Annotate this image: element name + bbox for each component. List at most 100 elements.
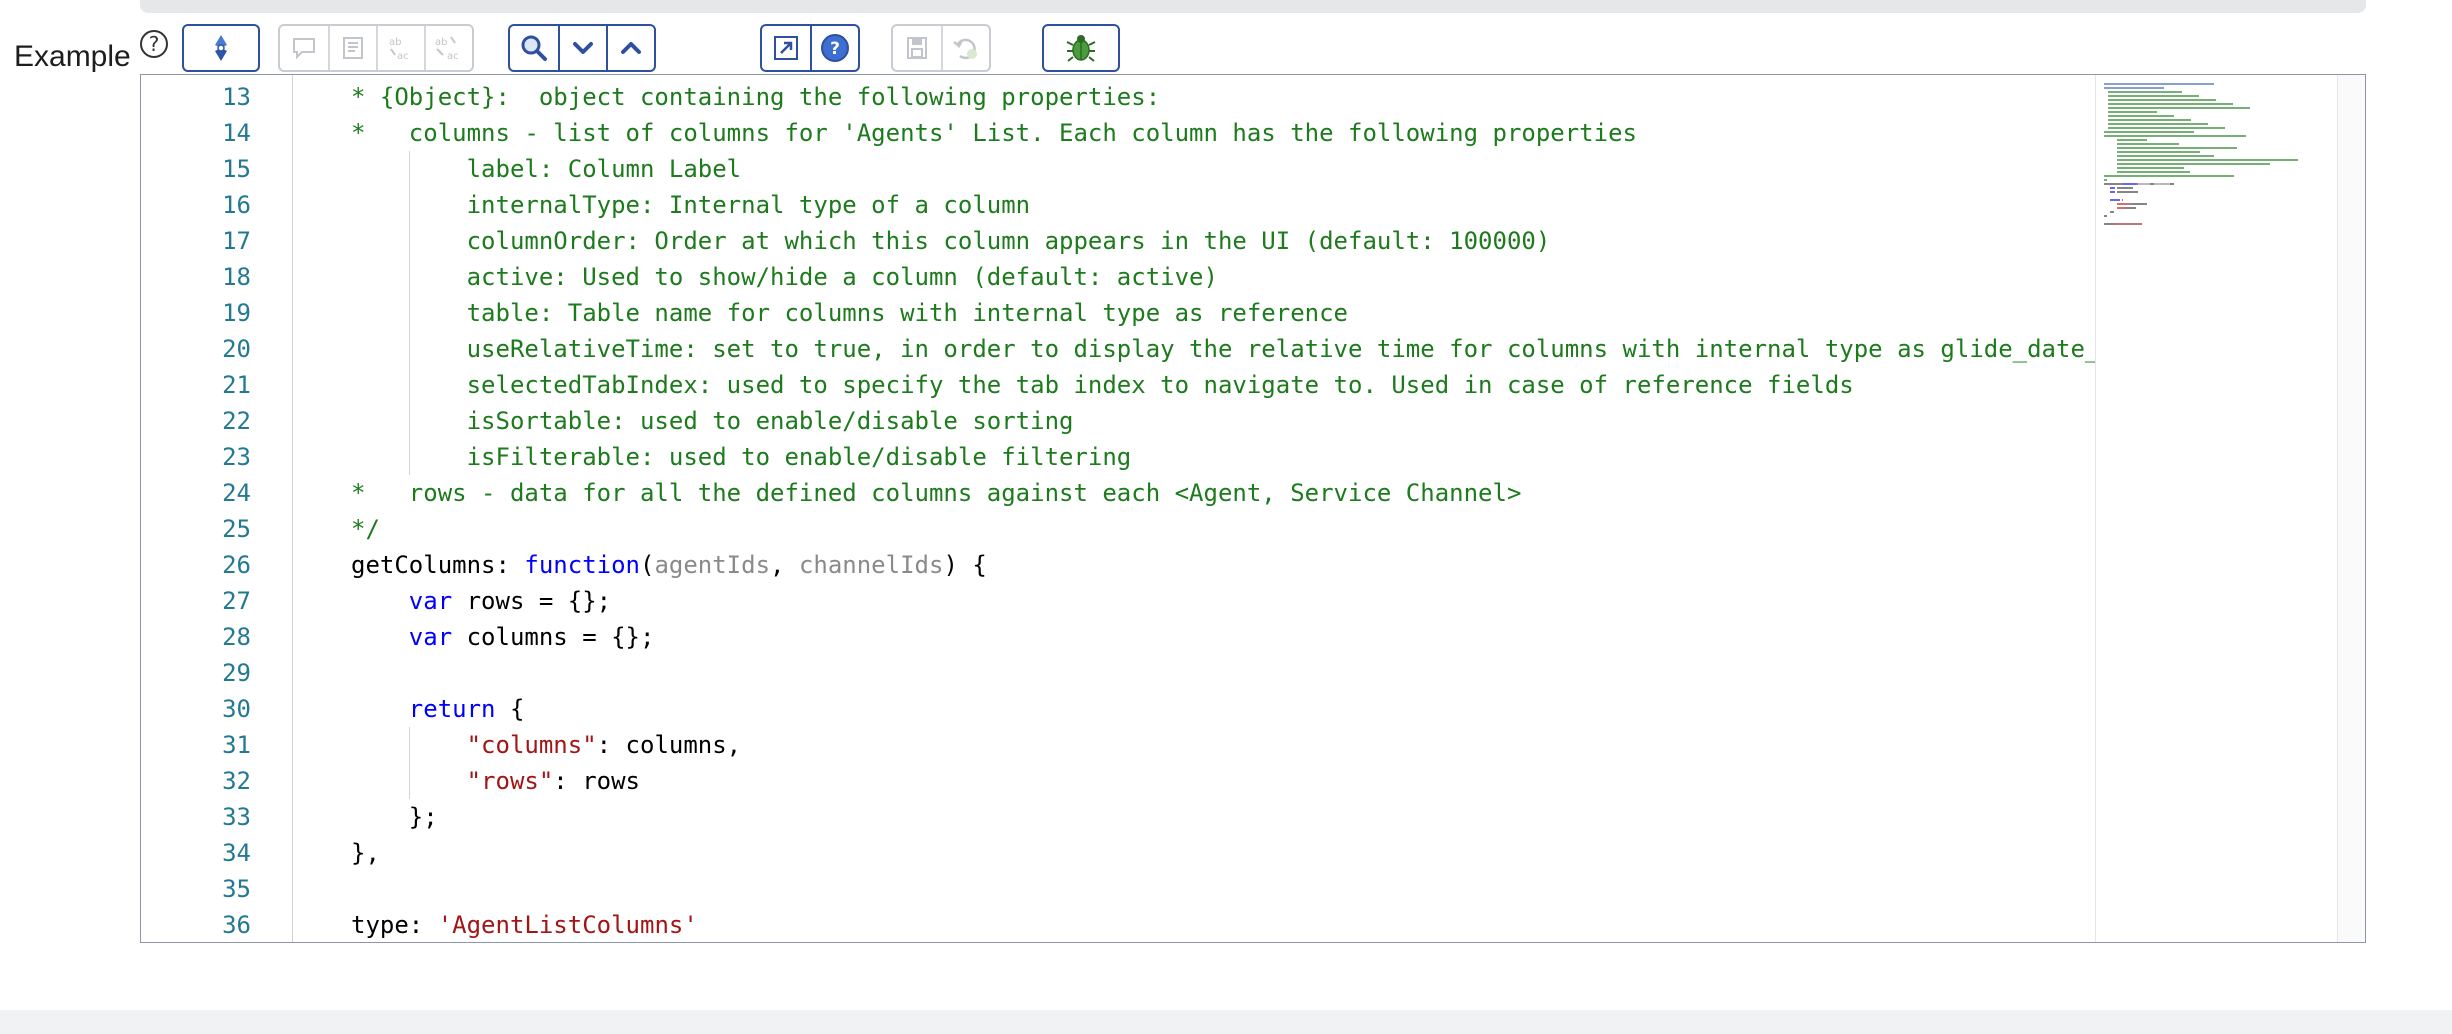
code-area[interactable]: * {Object}: object containing the follow…: [293, 75, 2095, 942]
minimap-line: [2116, 207, 2127, 209]
code-line[interactable]: table: Table name for columns with inter…: [351, 295, 1348, 331]
minimap-line: [2104, 135, 2247, 137]
code-line[interactable]: columnOrder: Order at which this column …: [351, 223, 1551, 259]
svg-text:ab: ab: [435, 37, 447, 48]
code-token: * rows - data for all the defined column…: [351, 479, 1522, 507]
toolbar-group-edit-tools: ab ac ab ac: [278, 24, 474, 72]
format-icon: [338, 33, 368, 63]
code-token: "columns": [466, 731, 597, 759]
code-token: };: [351, 803, 438, 831]
code-token: : columns,: [596, 731, 742, 759]
line-number: 14: [222, 119, 251, 147]
code-line[interactable]: getColumns: function(agentIds, channelId…: [351, 547, 987, 583]
top-panel-edge: [140, 0, 2366, 13]
minimap-line: [2113, 223, 2143, 225]
svg-text:ab: ab: [389, 37, 401, 48]
line-number: 13: [222, 83, 251, 111]
code-line[interactable]: selectedTabIndex: used to specify the ta…: [351, 367, 1854, 403]
minimap-line: [2108, 115, 2174, 117]
code-token: selectedTabIndex: used to specify the ta…: [351, 371, 1854, 399]
code-line[interactable]: isFilterable: used to enable/disable fil…: [351, 439, 1132, 475]
minimap-line: [2121, 199, 2124, 201]
code-line[interactable]: type: 'AgentListColumns': [351, 907, 698, 942]
minimap-line: [2104, 87, 2164, 89]
minimap-line: [2131, 203, 2148, 205]
line-number: 28: [222, 623, 251, 651]
minimap-line: [2110, 199, 2120, 201]
bug-button[interactable]: [1044, 26, 1118, 70]
fullscreen-button[interactable]: [762, 26, 810, 70]
code-line[interactable]: var rows = {};: [351, 583, 611, 619]
line-number-gutter: 13 14 15 16 17 18 19 20 21 22 23 24 25 26 27 28 29 30 31 32…: [141, 75, 293, 942]
vertical-scrollbar[interactable]: [2337, 75, 2365, 942]
code-line[interactable]: * columns - list of columns for 'Agents'…: [351, 115, 1637, 151]
line-number: 33: [222, 803, 251, 831]
minimap-line: [2108, 123, 2208, 125]
code-line[interactable]: "rows": rows: [351, 763, 640, 799]
line-number: 20: [222, 335, 251, 363]
code-line[interactable]: };: [351, 799, 438, 835]
line-number: 36: [222, 911, 251, 939]
line-number: 15: [222, 155, 251, 183]
help-button[interactable]: ?: [810, 26, 858, 70]
comment-button: [280, 26, 328, 70]
code-token: columns = {};: [452, 623, 655, 651]
chevron-up-icon: [618, 35, 644, 61]
line-number: 17: [222, 227, 251, 255]
code-line[interactable]: isSortable: used to enable/disable sorti…: [351, 403, 1074, 439]
code-line[interactable]: "columns": columns,: [351, 727, 742, 763]
minimap-line: [2123, 183, 2136, 185]
comment-icon: [289, 33, 319, 63]
code-token: var: [408, 623, 453, 651]
code-line[interactable]: return {: [351, 691, 525, 727]
minimap-line: [2104, 175, 2234, 177]
code-token: * {Object}: object containing the follow…: [351, 83, 1161, 111]
code-token: label: Column Label: [351, 155, 742, 183]
help-circle-icon[interactable]: ?: [140, 30, 168, 58]
revert-button: [941, 26, 989, 70]
code-line[interactable]: active: Used to show/hide a column (defa…: [351, 259, 1218, 295]
script-editor[interactable]: 13 14 15 16 17 18 19 20 21 22 23 24 25 26 27 28 29 30 31 32…: [140, 74, 2366, 943]
code-line[interactable]: */: [351, 511, 380, 547]
minimap-line: [2110, 211, 2114, 213]
code-token: */: [351, 515, 380, 543]
line-number: 30: [222, 695, 251, 723]
code-line[interactable]: * {Object}: object containing the follow…: [351, 79, 1160, 115]
minimap-line: [2153, 183, 2170, 185]
code-token: : rows: [553, 767, 640, 795]
chevron-down-button[interactable]: [558, 26, 606, 70]
script-debug-icon: [204, 31, 238, 65]
line-number: 18: [222, 263, 251, 291]
search-button[interactable]: [510, 26, 558, 70]
minimap-line: [2108, 103, 2233, 105]
minimap-line: [2104, 223, 2114, 225]
minimap-line: [2116, 147, 2237, 149]
code-line[interactable]: label: Column Label: [351, 151, 742, 187]
replace-icon: ab ac: [385, 33, 417, 63]
line-number: 16: [222, 191, 251, 219]
code-line[interactable]: },: [351, 835, 380, 871]
minimap-line: [2104, 131, 2194, 133]
line-number: 29: [222, 659, 251, 687]
line-number: 23: [222, 443, 251, 471]
code-line[interactable]: useRelativeTime: set to true, in order t…: [351, 331, 2095, 367]
minimap-line: [2169, 183, 2175, 185]
minimap-line: [2108, 95, 2199, 97]
minimap-line: [2104, 179, 2108, 181]
code-token: var: [408, 587, 453, 615]
code-line[interactable]: var columns = {};: [351, 619, 655, 655]
toolbar-group-view-tools: ?: [760, 24, 860, 72]
svg-text:ac: ac: [397, 51, 409, 62]
code-token: ) {: [943, 551, 987, 579]
svg-text:ac: ac: [447, 51, 459, 62]
bug-icon: [1064, 31, 1098, 65]
code-line[interactable]: internalType: Internal type of a column: [351, 187, 1031, 223]
code-minimap[interactable]: [2095, 75, 2337, 942]
chevron-up-button[interactable]: [606, 26, 654, 70]
script-debug-button[interactable]: [184, 26, 258, 70]
minimap-line: [2108, 111, 2157, 113]
code-line[interactable]: * rows - data for all the defined column…: [351, 475, 1521, 511]
replace-button: ab ac: [376, 26, 424, 70]
